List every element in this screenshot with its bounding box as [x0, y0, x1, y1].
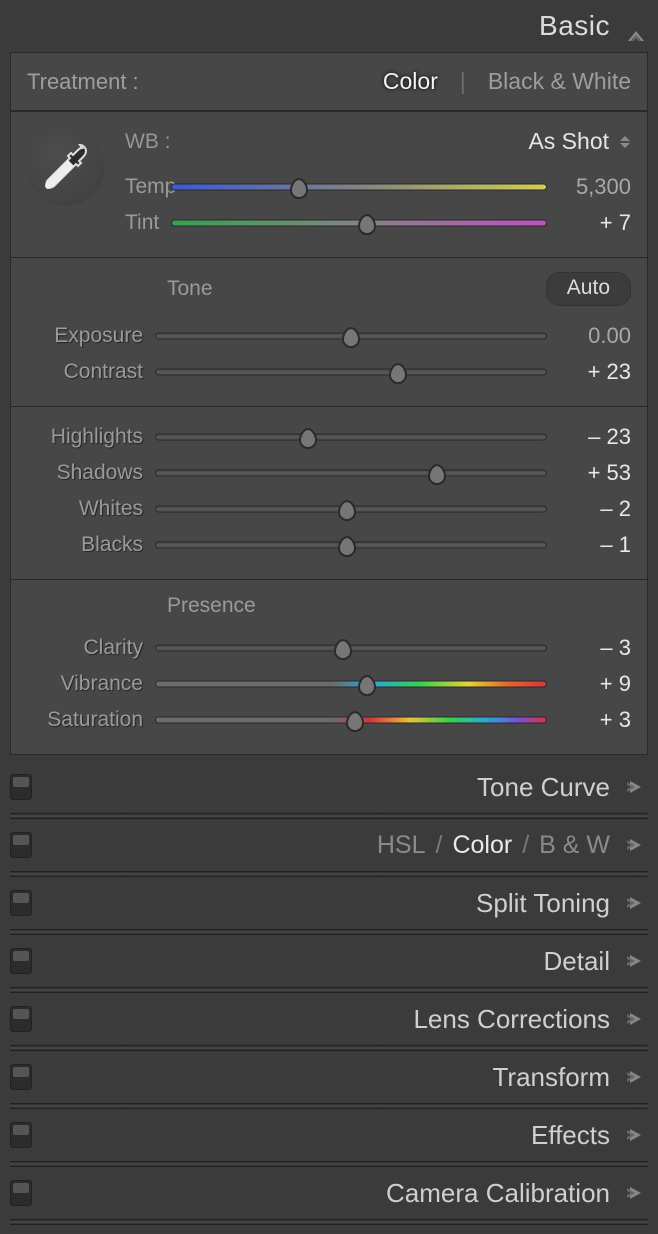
effects-title: Effects	[531, 1120, 610, 1151]
chevron-left-icon[interactable]	[624, 1012, 644, 1026]
auto-button[interactable]: Auto	[546, 272, 631, 306]
vibrance-slider[interactable]	[155, 675, 547, 693]
whites-value[interactable]: – 2	[547, 496, 631, 522]
split-toning-title: Split Toning	[476, 888, 610, 919]
shadows-value[interactable]: + 53	[547, 460, 631, 486]
presence-head: Presence	[155, 594, 256, 618]
wb-section: WB : As Shot Temp	[11, 111, 647, 257]
highlights-slider[interactable]	[155, 428, 547, 446]
contrast-label: Contrast	[21, 360, 155, 384]
effects-panel[interactable]: Effects	[0, 1109, 658, 1161]
whites-label: Whites	[21, 497, 155, 521]
treatment-label: Treatment :	[27, 69, 139, 95]
vibrance-value[interactable]: + 9	[547, 671, 631, 697]
hsl-panel[interactable]: HSL / Color / B & W	[0, 819, 658, 871]
wb-eyedropper-button[interactable]	[27, 128, 105, 206]
temp-slider[interactable]	[171, 178, 547, 196]
highlights-value[interactable]: – 23	[547, 424, 631, 450]
treatment-row: Treatment : Color | Black & White	[11, 53, 647, 111]
hsl-label[interactable]: HSL	[377, 831, 426, 860]
clarity-value[interactable]: – 3	[547, 635, 631, 661]
tint-slider-row: Tint + 7	[125, 205, 631, 241]
split-toning-panel[interactable]: Split Toning	[0, 877, 658, 929]
stepper-icon	[619, 136, 631, 148]
shadows-label: Shadows	[21, 461, 155, 485]
panel-divider	[10, 1219, 648, 1225]
chevron-left-icon[interactable]	[624, 1070, 644, 1084]
chevron-left-icon[interactable]	[624, 1128, 644, 1142]
tint-slider[interactable]	[171, 214, 547, 232]
treatment-separator: |	[460, 68, 466, 95]
chevron-left-icon[interactable]	[624, 1186, 644, 1200]
camera-calibration-title: Camera Calibration	[386, 1178, 610, 1209]
tone-curve-title: Tone Curve	[477, 772, 610, 803]
saturation-value[interactable]: + 3	[547, 707, 631, 733]
tone-curve-panel[interactable]: Tone Curve	[0, 761, 658, 813]
chevron-down-icon[interactable]	[628, 21, 644, 31]
transform-title: Transform	[493, 1062, 611, 1093]
tint-value[interactable]: + 7	[547, 210, 631, 236]
basic-panel-title: Basic	[539, 10, 610, 42]
highlights-label: Highlights	[21, 425, 155, 449]
whites-slider[interactable]	[155, 500, 547, 518]
chevron-left-icon[interactable]	[624, 954, 644, 968]
temp-label: Temp	[125, 175, 171, 199]
treatment-color-button[interactable]: Color	[383, 68, 438, 95]
tone-head: Tone	[155, 277, 213, 301]
chevron-left-icon[interactable]	[624, 896, 644, 910]
temp-slider-row: Temp 5,300	[125, 169, 631, 205]
blacks-value[interactable]: – 1	[547, 532, 631, 558]
hsl-color-label[interactable]: Color	[452, 831, 512, 860]
detail-panel[interactable]: Detail	[0, 935, 658, 987]
wb-preset-dropdown[interactable]: As Shot	[528, 128, 631, 155]
tone-extended-section: Highlights – 23 Shadows + 53 Whites – 2	[11, 406, 647, 579]
eyedropper-icon	[40, 141, 92, 193]
tint-label: Tint	[125, 211, 171, 235]
lens-corrections-title: Lens Corrections	[413, 1004, 610, 1035]
clarity-slider[interactable]	[155, 639, 547, 657]
hsl-bw-label[interactable]: B & W	[539, 831, 610, 860]
tone-section: Tone Auto Exposure 0.00 Contrast + 23	[11, 257, 647, 406]
shadows-slider[interactable]	[155, 464, 547, 482]
camera-calibration-toggle[interactable]	[10, 1180, 32, 1206]
lens-corrections-panel[interactable]: Lens Corrections	[0, 993, 658, 1045]
exposure-value[interactable]: 0.00	[547, 323, 631, 349]
blacks-slider[interactable]	[155, 536, 547, 554]
clarity-label: Clarity	[21, 636, 155, 660]
wb-label: WB :	[125, 130, 171, 154]
chevron-left-icon[interactable]	[624, 838, 644, 852]
split-toning-toggle[interactable]	[10, 890, 32, 916]
transform-panel[interactable]: Transform	[0, 1051, 658, 1103]
treatment-bw-button[interactable]: Black & White	[488, 68, 631, 95]
lens-corrections-toggle[interactable]	[10, 1006, 32, 1032]
exposure-label: Exposure	[21, 324, 155, 348]
tone-curve-toggle[interactable]	[10, 774, 32, 800]
exposure-slider[interactable]	[155, 327, 547, 345]
basic-panel-header[interactable]: Basic	[0, 0, 658, 52]
effects-toggle[interactable]	[10, 1122, 32, 1148]
contrast-slider[interactable]	[155, 363, 547, 381]
temp-value[interactable]: 5,300	[547, 174, 631, 200]
wb-preset-value: As Shot	[528, 128, 609, 155]
detail-title: Detail	[544, 946, 610, 977]
chevron-left-icon[interactable]	[624, 780, 644, 794]
camera-calibration-panel[interactable]: Camera Calibration	[0, 1167, 658, 1219]
detail-toggle[interactable]	[10, 948, 32, 974]
hsl-toggle[interactable]	[10, 832, 32, 858]
saturation-label: Saturation	[21, 708, 155, 732]
basic-panel-body: Treatment : Color | Black & White WB :	[10, 52, 648, 755]
presence-section: Presence Clarity – 3 Vibrance + 9 Satura…	[11, 579, 647, 754]
saturation-slider[interactable]	[155, 711, 547, 729]
transform-toggle[interactable]	[10, 1064, 32, 1090]
contrast-value[interactable]: + 23	[547, 359, 631, 385]
blacks-label: Blacks	[21, 533, 155, 557]
vibrance-label: Vibrance	[21, 672, 155, 696]
